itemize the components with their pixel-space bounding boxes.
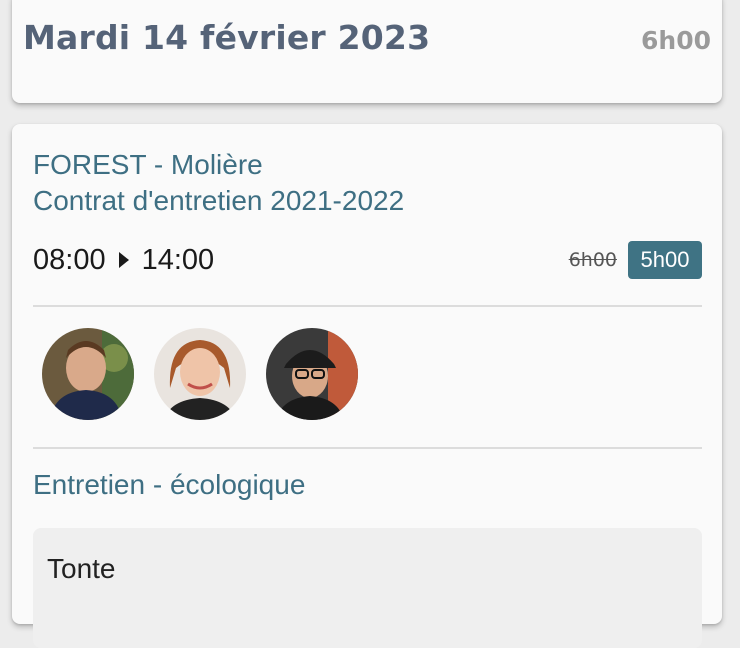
task-item[interactable]: Tonte <box>33 528 702 648</box>
time-range: 08:00 14:00 <box>33 242 214 278</box>
client-name: FOREST - Molière <box>33 149 263 180</box>
worker-avatar[interactable] <box>266 328 358 420</box>
play-arrow-icon <box>118 252 129 268</box>
task-label: Tonte <box>47 553 116 584</box>
planned-duration: 6h00 <box>568 249 617 271</box>
end-time: 14:00 <box>141 243 215 276</box>
start-time: 08:00 <box>33 243 106 276</box>
actual-duration-badge: 5h00 <box>628 241 702 279</box>
worker-avatars <box>42 328 358 420</box>
worker-avatar[interactable] <box>42 328 134 420</box>
service-title: Entretien - écologique <box>33 469 306 500</box>
divider <box>33 305 702 307</box>
contract-name: Contrat d'entretien 2021-2022 <box>33 185 405 216</box>
divider <box>33 447 702 449</box>
worker-avatar[interactable] <box>154 328 246 420</box>
job-card[interactable]: FOREST - Molière Contrat d'entretien 202… <box>12 124 722 648</box>
day-total-duration: 6h00 <box>641 26 711 55</box>
day-header-card: Mardi 14 février 2023 6h00 <box>12 0 722 103</box>
day-title: Mardi 14 février 2023 <box>23 18 431 57</box>
